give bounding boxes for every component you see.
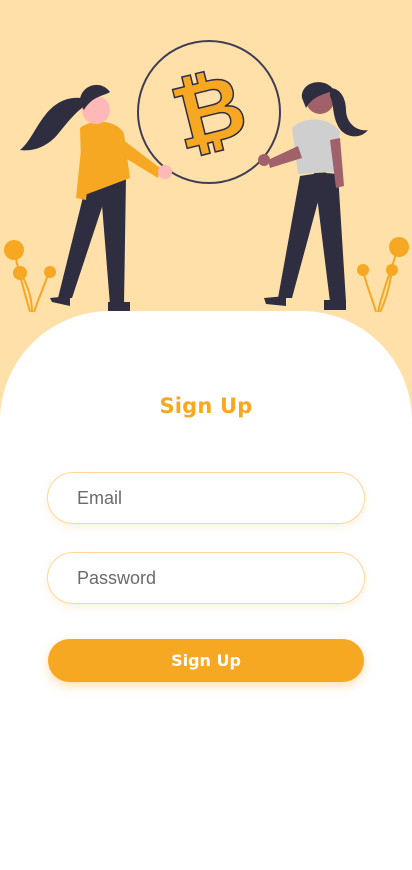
email-field[interactable] [47,472,365,524]
bitcoin-handshake-illustration: ₿ [4,40,409,313]
email-input[interactable] [77,473,347,523]
left-plant [4,240,56,313]
hero-illustration: ₿ [0,0,412,330]
password-input[interactable] [77,553,347,603]
right-plant [357,237,409,313]
password-field[interactable] [47,552,365,604]
page-title: Sign Up [159,394,253,418]
sign-up-button[interactable]: Sign Up [48,639,364,682]
